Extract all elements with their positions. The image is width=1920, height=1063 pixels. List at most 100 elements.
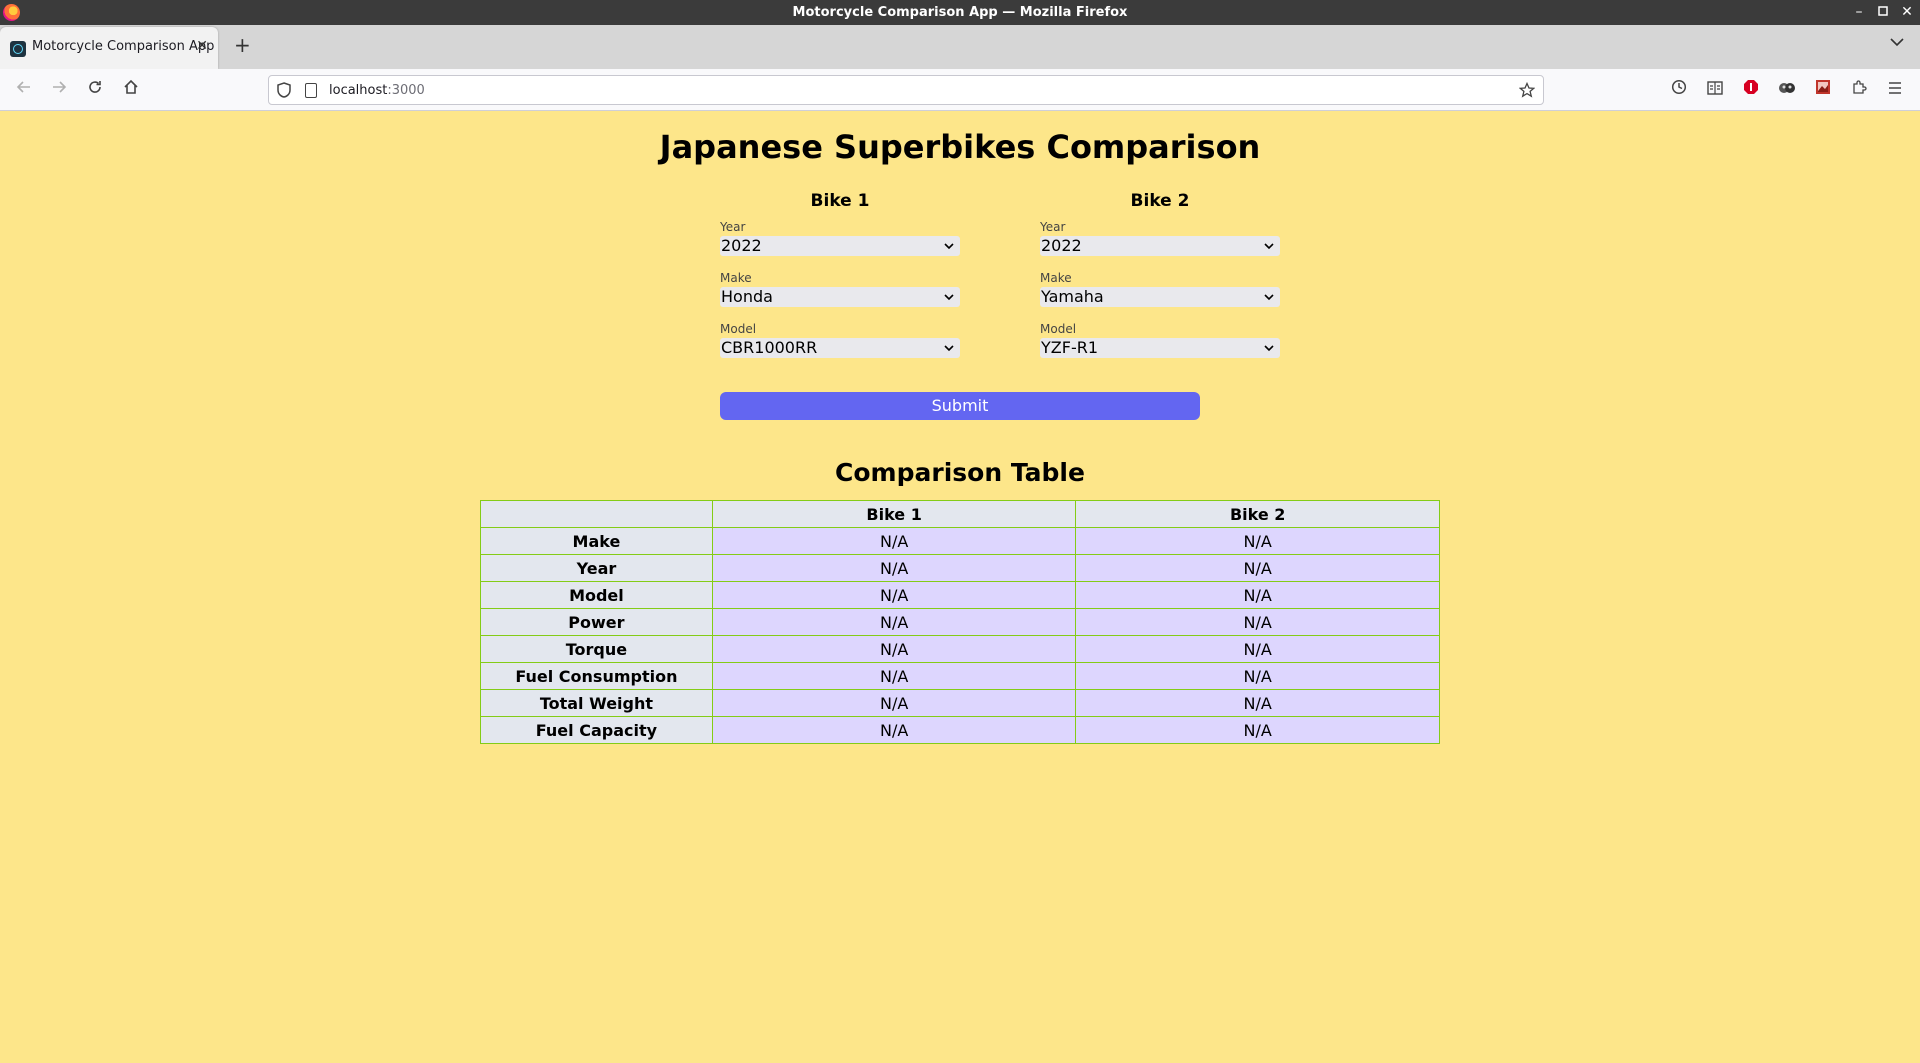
home-button[interactable]	[120, 79, 142, 101]
app-menu-button[interactable]	[1884, 79, 1906, 101]
url-text[interactable]: localhost:3000	[329, 83, 425, 98]
table-row: Fuel Consumption N/A N/A	[480, 662, 1440, 690]
bike2-make-field: Make Yamaha	[1040, 271, 1280, 307]
mask-icon	[1779, 83, 1795, 93]
bike2-heading: Bike 2	[1130, 191, 1190, 211]
table-header-cell: Bike 1	[711, 500, 1077, 528]
bike1-year-field: Year 2022	[720, 220, 960, 256]
table-row: Fuel Capacity N/A N/A	[480, 716, 1440, 744]
bike2-year-select[interactable]: 2022	[1040, 236, 1280, 256]
bike2-make-select[interactable]: Yamaha	[1040, 287, 1280, 307]
bike2-value: N/A	[1075, 635, 1440, 663]
home-icon	[124, 79, 138, 94]
bike2-model-field: Model YZF-R1	[1040, 322, 1280, 358]
table-row: Power N/A N/A	[480, 608, 1440, 636]
chevron-down-icon	[1890, 38, 1904, 47]
row-label: Year	[480, 554, 713, 582]
bike2-value: N/A	[1075, 608, 1440, 636]
chevron-down-icon	[944, 287, 954, 307]
bike1-value: N/A	[711, 662, 1077, 690]
bike1-make-field: Make Honda	[720, 271, 960, 307]
minimize-button[interactable]: –	[1847, 0, 1871, 25]
row-label: Make	[480, 527, 713, 555]
table-header-cell: Bike 2	[1075, 500, 1440, 528]
new-tab-button[interactable]: +	[234, 35, 251, 55]
back-button[interactable]	[13, 79, 35, 101]
window-title: Motorcycle Comparison App — Mozilla Fire…	[792, 5, 1128, 20]
bike2-value: N/A	[1075, 554, 1440, 582]
table-row: Model N/A N/A	[480, 581, 1440, 609]
hamburger-menu-icon	[1889, 82, 1901, 94]
navigation-toolbar: localhost:3000	[0, 69, 1920, 111]
history-button[interactable]	[1668, 79, 1690, 101]
table-row: Make N/A N/A	[480, 527, 1440, 555]
submit-button[interactable]: Submit	[720, 392, 1200, 420]
shield-icon[interactable]	[277, 82, 291, 98]
extension-button-picture[interactable]	[1812, 79, 1834, 101]
page-info-icon[interactable]	[305, 83, 317, 98]
stop-sign-icon	[1744, 80, 1758, 94]
url-port: :3000	[387, 83, 425, 98]
bike2-model-value: YZF-R1	[1041, 338, 1099, 357]
list-all-tabs-button[interactable]	[1890, 35, 1904, 51]
maximize-button[interactable]	[1871, 0, 1895, 25]
bike1-model-select[interactable]: CBR1000RR	[720, 338, 960, 358]
bike2-selector: Bike 2 Year 2022 Make Yamaha Model YZF-R	[1040, 190, 1280, 358]
tab-title: Motorcycle Comparison App	[32, 39, 215, 54]
bike1-year-select[interactable]: 2022	[720, 236, 960, 256]
window-titlebar: Motorcycle Comparison App — Mozilla Fire…	[0, 0, 1920, 25]
table-header-row: Bike 1 Bike 2	[480, 500, 1440, 528]
reload-icon	[89, 81, 101, 93]
adblock-extension-button[interactable]	[1740, 79, 1762, 101]
bike1-model-field: Model CBR1000RR	[720, 322, 960, 358]
comparison-table-title: Comparison Table	[835, 458, 1085, 487]
table-row: Total Weight N/A N/A	[480, 689, 1440, 717]
reader-view-button[interactable]	[1704, 79, 1726, 101]
bookmark-button[interactable]	[1518, 79, 1536, 103]
bike1-value: N/A	[711, 716, 1077, 744]
history-icon	[1671, 79, 1687, 95]
bike1-value: N/A	[711, 635, 1077, 663]
chevron-down-icon	[944, 338, 954, 358]
tab-close-button[interactable]: ✕	[196, 38, 208, 54]
bike1-make-select[interactable]: Honda	[720, 287, 960, 307]
row-label: Power	[480, 608, 713, 636]
back-arrow-icon	[16, 81, 30, 93]
close-window-button[interactable]: ✕	[1895, 0, 1919, 25]
maximize-icon	[1878, 6, 1888, 16]
reload-button[interactable]	[84, 79, 106, 101]
bike2-year-value: 2022	[1041, 236, 1082, 255]
reader-view-icon	[1707, 81, 1723, 95]
extension-button-mask[interactable]	[1776, 79, 1798, 101]
url-host: localhost	[329, 83, 388, 98]
picture-icon	[1816, 80, 1830, 94]
page-content: Japanese Superbikes Comparison Bike 1 Ye…	[0, 111, 1920, 1063]
tab-strip: Motorcycle Comparison App ✕ +	[0, 25, 1920, 69]
star-icon	[1518, 81, 1536, 98]
bike2-value: N/A	[1075, 581, 1440, 609]
row-label: Total Weight	[480, 689, 713, 717]
bike1-model-value: CBR1000RR	[721, 338, 818, 357]
bike2-make-label: Make	[1040, 271, 1072, 285]
table-header-cell	[480, 500, 713, 528]
bike2-make-value: Yamaha	[1041, 287, 1104, 306]
bike1-make-value: Honda	[721, 287, 773, 306]
bike2-model-select[interactable]: YZF-R1	[1040, 338, 1280, 358]
bike1-year-label: Year	[720, 220, 746, 234]
bike1-model-label: Model	[720, 322, 757, 336]
bike1-heading: Bike 1	[810, 191, 870, 211]
chevron-down-icon	[1264, 338, 1274, 358]
extensions-button[interactable]	[1848, 79, 1870, 101]
row-label: Model	[480, 581, 713, 609]
bike2-value: N/A	[1075, 689, 1440, 717]
row-label: Fuel Capacity	[480, 716, 713, 744]
bike2-model-label: Model	[1040, 322, 1077, 336]
chevron-down-icon	[1264, 236, 1274, 256]
react-favicon-icon	[10, 41, 26, 57]
address-bar[interactable]: localhost:3000	[268, 75, 1544, 105]
tab-motorcycle-comparison[interactable]: Motorcycle Comparison App ✕	[0, 27, 218, 69]
bike1-value: N/A	[711, 527, 1077, 555]
forward-button[interactable]	[48, 79, 70, 101]
bike2-value: N/A	[1075, 716, 1440, 744]
puzzle-icon	[1853, 80, 1867, 94]
